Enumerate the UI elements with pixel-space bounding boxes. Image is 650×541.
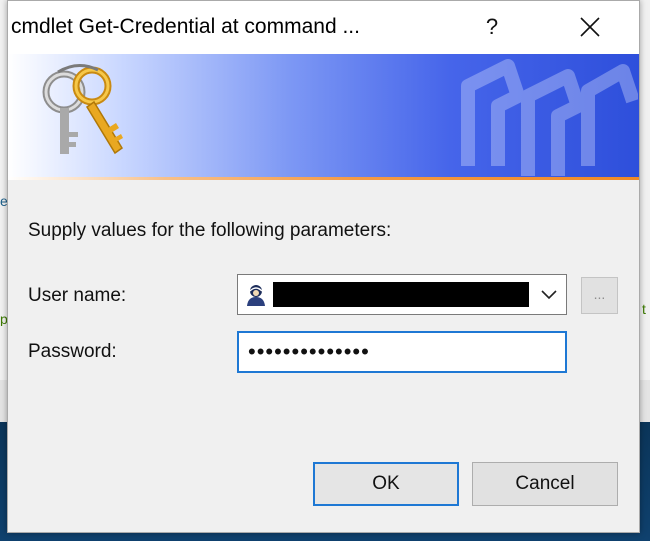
password-label: Password: [28, 341, 117, 362]
window-title: cmdlet Get-Credential at command ... [11, 15, 360, 38]
close-button[interactable] [564, 9, 616, 45]
password-field[interactable]: •••••••••••••• [237, 331, 567, 373]
banner-divider [8, 177, 639, 180]
password-mask: •••••••••••••• [248, 339, 370, 364]
header-banner [8, 54, 639, 177]
user-name-label: User name: [28, 285, 127, 306]
credential-dialog: cmdlet Get-Credential at command ... ? S… [7, 0, 640, 533]
prompt-text: Supply values for the following paramete… [28, 220, 392, 241]
title-bar: cmdlet Get-Credential at command ... ? [8, 1, 639, 54]
cancel-button[interactable]: Cancel [472, 462, 618, 506]
chevron-down-icon [541, 290, 557, 300]
browse-button[interactable]: ... [581, 277, 618, 314]
user-name-value-redacted [273, 282, 529, 307]
help-button[interactable]: ? [472, 9, 512, 45]
keys-icon [42, 64, 124, 155]
keys-watermark-icon [461, 59, 638, 176]
ok-button[interactable]: OK [313, 462, 459, 506]
close-icon [580, 17, 600, 37]
user-icon [247, 285, 265, 306]
user-name-combobox[interactable] [237, 274, 567, 315]
background-glyph: t [642, 302, 646, 316]
user-name-dropdown[interactable] [538, 283, 560, 307]
